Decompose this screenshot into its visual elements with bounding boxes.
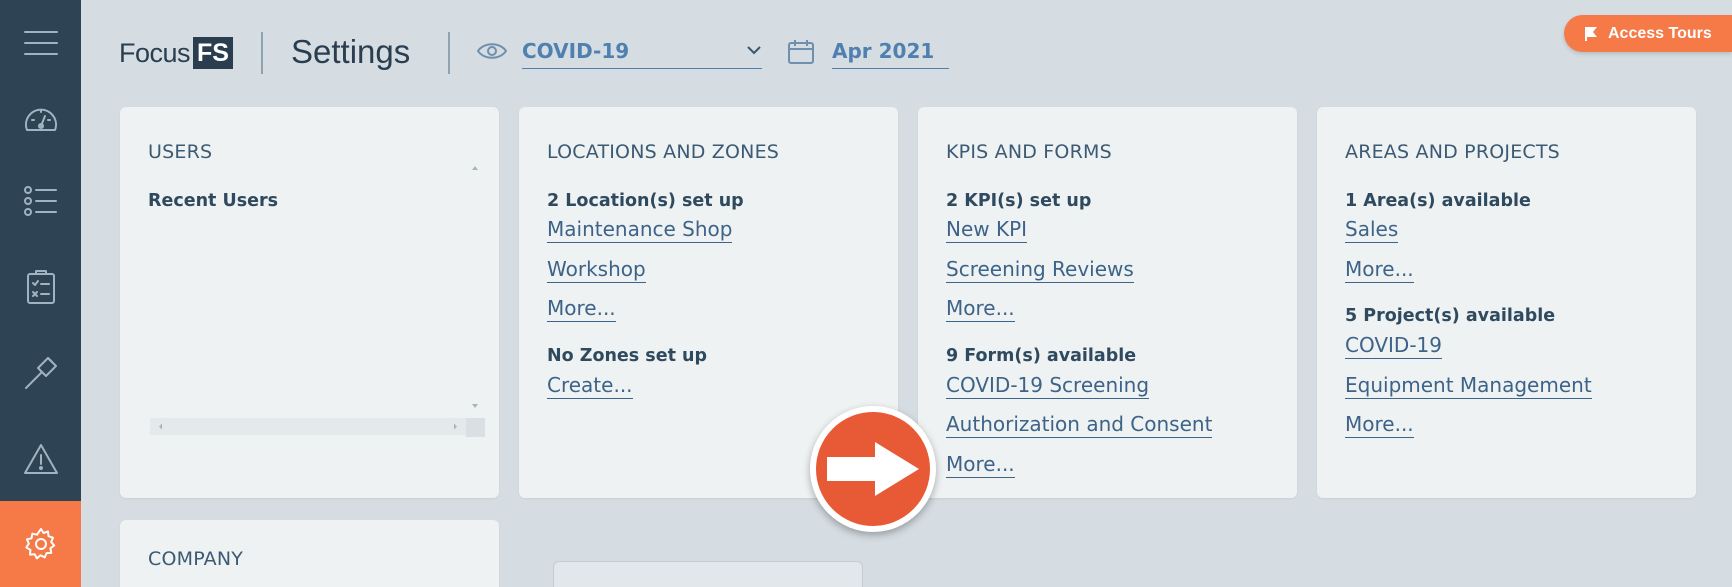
kpis-card: KPIS AND FORMS 2 KPI(s) set up New KPI S… bbox=[918, 107, 1297, 498]
locations-more-link[interactable]: More... bbox=[547, 296, 616, 322]
projects-more-link[interactable]: More... bbox=[1345, 412, 1414, 438]
kpis-count-label: 2 KPI(s) set up bbox=[946, 191, 1092, 211]
card-title: KPIS AND FORMS bbox=[946, 141, 1112, 163]
project-link[interactable]: Equipment Management bbox=[1345, 373, 1592, 399]
form-link[interactable]: Authorization and Consent bbox=[946, 412, 1213, 438]
sidebar-item-incidents[interactable] bbox=[0, 416, 81, 502]
project-select-value: COVID-19 bbox=[522, 39, 630, 63]
project-select[interactable]: COVID-19 bbox=[476, 35, 762, 69]
warning-icon bbox=[23, 444, 58, 474]
access-tours-button[interactable]: Access Tours bbox=[1564, 15, 1732, 52]
date-select[interactable]: Apr 2021 bbox=[787, 35, 949, 69]
app-logo: Focus FS bbox=[119, 36, 233, 70]
page-title: Settings bbox=[291, 33, 411, 70]
zones-label: No Zones set up bbox=[547, 346, 708, 366]
hamburger-menu-button[interactable] bbox=[0, 0, 81, 86]
clipboard-checklist-icon bbox=[26, 270, 55, 304]
create-zone-link[interactable]: Create... bbox=[547, 373, 633, 399]
hamburger-menu-icon bbox=[23, 31, 58, 55]
project-link[interactable]: COVID-19 bbox=[1345, 333, 1443, 359]
projects-count-label: 5 Project(s) available bbox=[1345, 306, 1556, 326]
card-title: USERS bbox=[148, 141, 213, 163]
scrollbar-corner bbox=[466, 418, 485, 437]
horizontal-scrollbar[interactable] bbox=[150, 418, 466, 435]
location-link[interactable]: Maintenance Shop bbox=[547, 217, 733, 243]
sidebar-item-maintenance[interactable] bbox=[0, 330, 81, 416]
card-title: AREAS AND PROJECTS bbox=[1345, 141, 1560, 163]
sidebar-item-checklists[interactable] bbox=[0, 244, 81, 330]
flag-icon bbox=[1583, 27, 1597, 41]
logo-box: FS bbox=[193, 37, 233, 69]
list-icon bbox=[23, 186, 57, 216]
recent-users-label: Recent Users bbox=[148, 191, 279, 211]
date-select-value: Apr 2021 bbox=[832, 39, 935, 63]
partial-card bbox=[553, 561, 863, 587]
kpi-link[interactable]: Screening Reviews bbox=[946, 257, 1134, 283]
tour-next-button[interactable] bbox=[810, 406, 936, 532]
areas-count-label: 1 Area(s) available bbox=[1345, 191, 1531, 211]
company-card: COMPANY bbox=[120, 520, 499, 587]
header-divider bbox=[261, 32, 263, 74]
chevron-down-icon bbox=[747, 46, 761, 55]
areas-more-link[interactable]: More... bbox=[1345, 257, 1414, 283]
sidebar bbox=[0, 0, 81, 587]
header-divider bbox=[448, 32, 450, 74]
location-link[interactable]: Workshop bbox=[547, 257, 646, 283]
access-tours-label: Access Tours bbox=[1608, 24, 1712, 42]
locations-count-label: 2 Location(s) set up bbox=[547, 191, 744, 211]
kpis-more-link[interactable]: More... bbox=[946, 296, 1015, 322]
card-title: LOCATIONS AND ZONES bbox=[547, 141, 780, 163]
area-link[interactable]: Sales bbox=[1345, 217, 1399, 243]
dashboard-gauge-icon bbox=[24, 108, 57, 131]
hammer-icon bbox=[24, 357, 57, 389]
sidebar-item-dashboard[interactable] bbox=[0, 75, 81, 161]
sidebar-item-list[interactable] bbox=[0, 158, 81, 244]
vertical-scrollbar[interactable] bbox=[467, 162, 483, 412]
forms-count-label: 9 Form(s) available bbox=[946, 346, 1137, 366]
arrow-right-icon bbox=[827, 442, 919, 496]
forms-more-link[interactable]: More... bbox=[946, 452, 1015, 478]
users-card: USERS Recent Users bbox=[120, 107, 499, 498]
card-title: COMPANY bbox=[148, 548, 244, 570]
kpi-link[interactable]: New KPI bbox=[946, 217, 1028, 243]
calendar-icon bbox=[788, 40, 814, 64]
eye-icon bbox=[476, 43, 508, 59]
gear-icon bbox=[24, 528, 55, 560]
form-link[interactable]: COVID-19 Screening bbox=[946, 373, 1150, 399]
logo-text: Focus bbox=[119, 37, 191, 68]
sidebar-item-settings[interactable] bbox=[0, 501, 81, 587]
areas-card: AREAS AND PROJECTS 1 Area(s) available S… bbox=[1317, 107, 1696, 498]
